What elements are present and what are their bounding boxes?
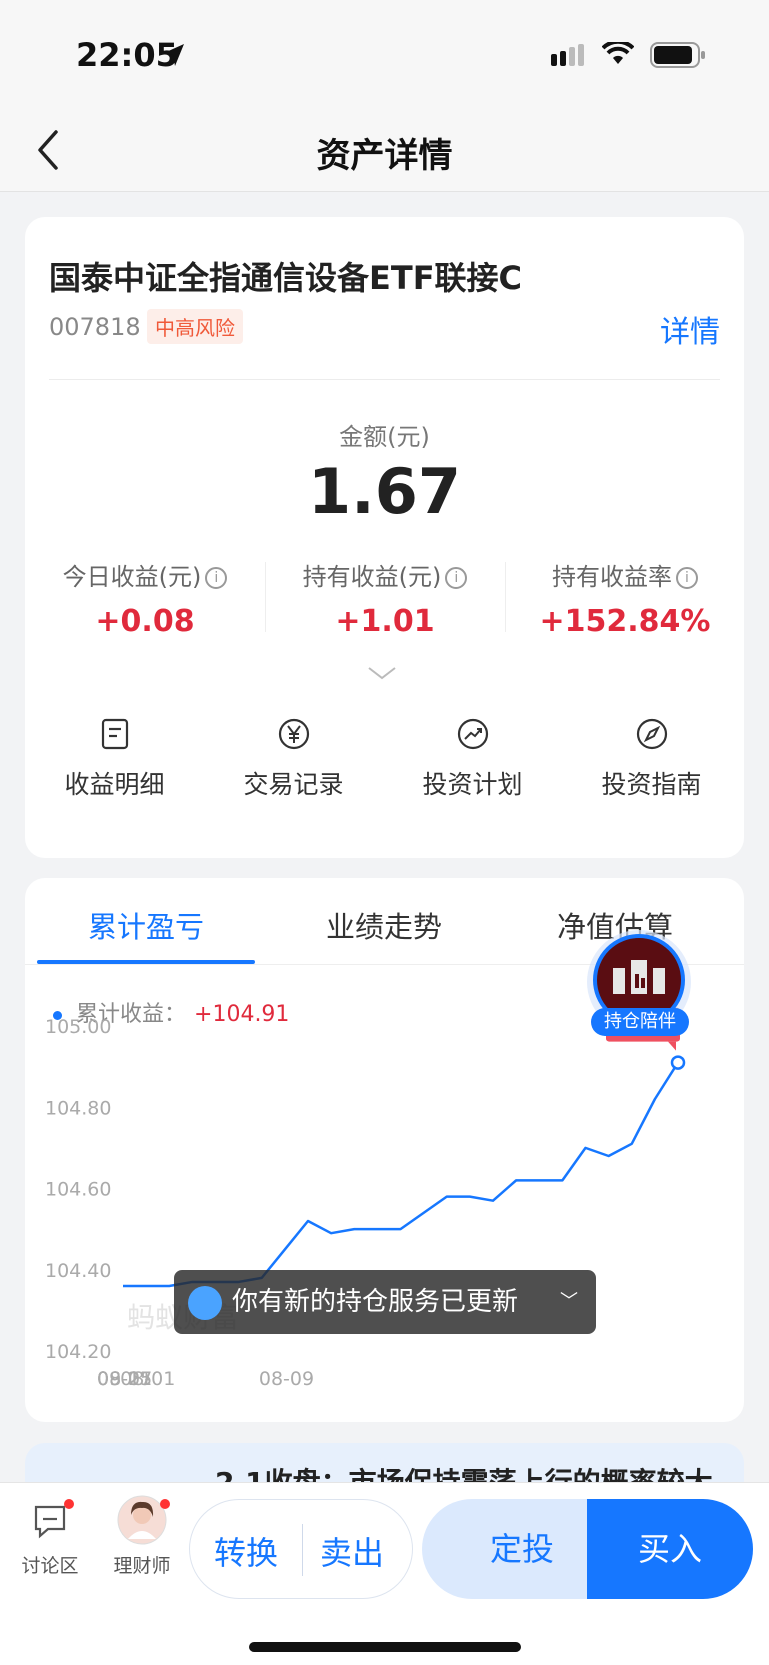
tab-cumulative-pnl[interactable]: 累计盈亏	[31, 904, 261, 946]
quick-action-invest-plan[interactable]: 投资计划	[383, 717, 562, 801]
location-arrow-icon	[164, 44, 184, 66]
legend-dot	[53, 1010, 62, 1020]
stat-value: +152.84%	[539, 604, 711, 639]
y-tick-label: 104.20	[45, 1341, 111, 1363]
x-tick-label: 08-25	[97, 1368, 152, 1390]
stat-value: +0.08	[95, 604, 195, 639]
y-tick-label: 104.80	[45, 1097, 111, 1119]
fund-card: 国泰中证全指通信设备ETF联接C 007818 中高风险 详情 金额(元) 1.…	[25, 217, 744, 858]
divider	[49, 379, 720, 380]
stat-label: 持有收益率	[552, 563, 672, 591]
fund-name: 国泰中证全指通信设备ETF联接C	[49, 259, 523, 297]
stat-today: 今日收益(元) i +0.08	[25, 557, 265, 639]
risk-badge: 中高风险	[147, 309, 243, 344]
chart-legend: 累计收益： +104.91	[53, 996, 289, 1028]
wifi-icon	[602, 42, 634, 64]
holding-companion-badge[interactable]: 持仓陪伴	[585, 928, 697, 1040]
x-tick-label: 08-09	[259, 1368, 314, 1390]
x-tick-label: 08-01	[120, 1368, 175, 1390]
y-tick-label: 104.60	[45, 1179, 111, 1201]
amount-label: 金额(元)	[339, 423, 430, 451]
quick-action-label: 投资指南	[601, 770, 702, 799]
unread-dot	[160, 1499, 170, 1509]
bottom-action-bar: 讨论区 理财师 转换 卖出 定投 买入	[0, 1482, 769, 1665]
active-tab-indicator	[37, 960, 255, 964]
advisor-label: 理财师	[113, 1555, 171, 1577]
home-indicator	[249, 1642, 521, 1652]
amount-value: 1.67	[308, 455, 461, 528]
sell-button[interactable]: 卖出	[320, 1528, 384, 1574]
badge-label: 持仓陪伴	[604, 1011, 676, 1032]
compass-icon	[636, 718, 667, 750]
stat-holding: 持有收益(元) i +1.01	[265, 557, 505, 639]
cumulative-pnl-line	[123, 1061, 680, 1288]
document-icon	[101, 718, 128, 750]
stat-label: 持有收益(元)	[302, 563, 442, 591]
discuss-label: 讨论区	[21, 1555, 79, 1577]
quick-action-invest-guide[interactable]: 投资指南	[562, 717, 741, 801]
unread-dot	[64, 1499, 74, 1509]
notification-icon	[188, 1286, 222, 1320]
quick-action-label: 投资计划	[422, 770, 523, 799]
stat-rate: 持有收益率 i +152.84%	[505, 557, 745, 639]
chart-card: 累计盈亏 业绩走势 净值估算 累计收益： +104.91 105.00 104.80…	[25, 878, 744, 1422]
chevron-down-icon[interactable]	[367, 665, 397, 681]
info-icon[interactable]: i	[205, 567, 228, 589]
quick-action-trade-record[interactable]: 交易记录	[204, 717, 383, 801]
toast-text: 你有新的持仓服务已更新	[232, 1287, 519, 1317]
convert-sell-group: 转换 卖出	[189, 1499, 413, 1599]
info-icon[interactable]: i	[676, 567, 698, 589]
signal-icon	[551, 44, 584, 66]
buy-button[interactable]: 买入	[587, 1499, 753, 1599]
convert-button[interactable]: 转换	[214, 1528, 278, 1574]
advisor-button[interactable]: 理财师	[102, 1495, 182, 1578]
status-bar: 22:05	[0, 0, 769, 110]
discuss-button[interactable]: 讨论区	[10, 1499, 90, 1578]
fund-code: 007818	[49, 313, 141, 341]
stat-label: 今日收益(元)	[62, 563, 202, 591]
legend-label: 累计收益：	[76, 1002, 187, 1027]
nav-bar: 资产详情	[0, 110, 769, 192]
info-icon[interactable]: i	[445, 567, 468, 589]
stat-value: +1.01	[335, 604, 435, 639]
legend-value: +104.91	[194, 1002, 290, 1027]
y-tick-label: 104.40	[45, 1260, 111, 1282]
trend-icon	[457, 718, 488, 750]
quick-action-label: 交易记录	[243, 770, 344, 799]
chevron-down-icon: ﹀	[560, 1291, 578, 1312]
x-tick-label: 08-17	[97, 1368, 152, 1390]
last-point-marker	[670, 1055, 686, 1070]
tab-performance[interactable]: 业绩走势	[269, 904, 499, 946]
quick-action-profit-detail[interactable]: 收益明细	[25, 717, 204, 801]
yen-icon	[278, 718, 309, 750]
quick-action-label: 收益明细	[64, 770, 165, 799]
detail-link[interactable]: 详情	[660, 307, 720, 351]
update-toast[interactable]: 你有新的持仓服务已更新 ﹀	[174, 1270, 596, 1334]
x-tick-label: 09-01	[97, 1368, 152, 1390]
battery-icon	[650, 42, 705, 68]
last-value-label-pointer	[668, 1041, 676, 1051]
page-title: 资产详情	[316, 136, 453, 176]
divider	[302, 1524, 303, 1576]
